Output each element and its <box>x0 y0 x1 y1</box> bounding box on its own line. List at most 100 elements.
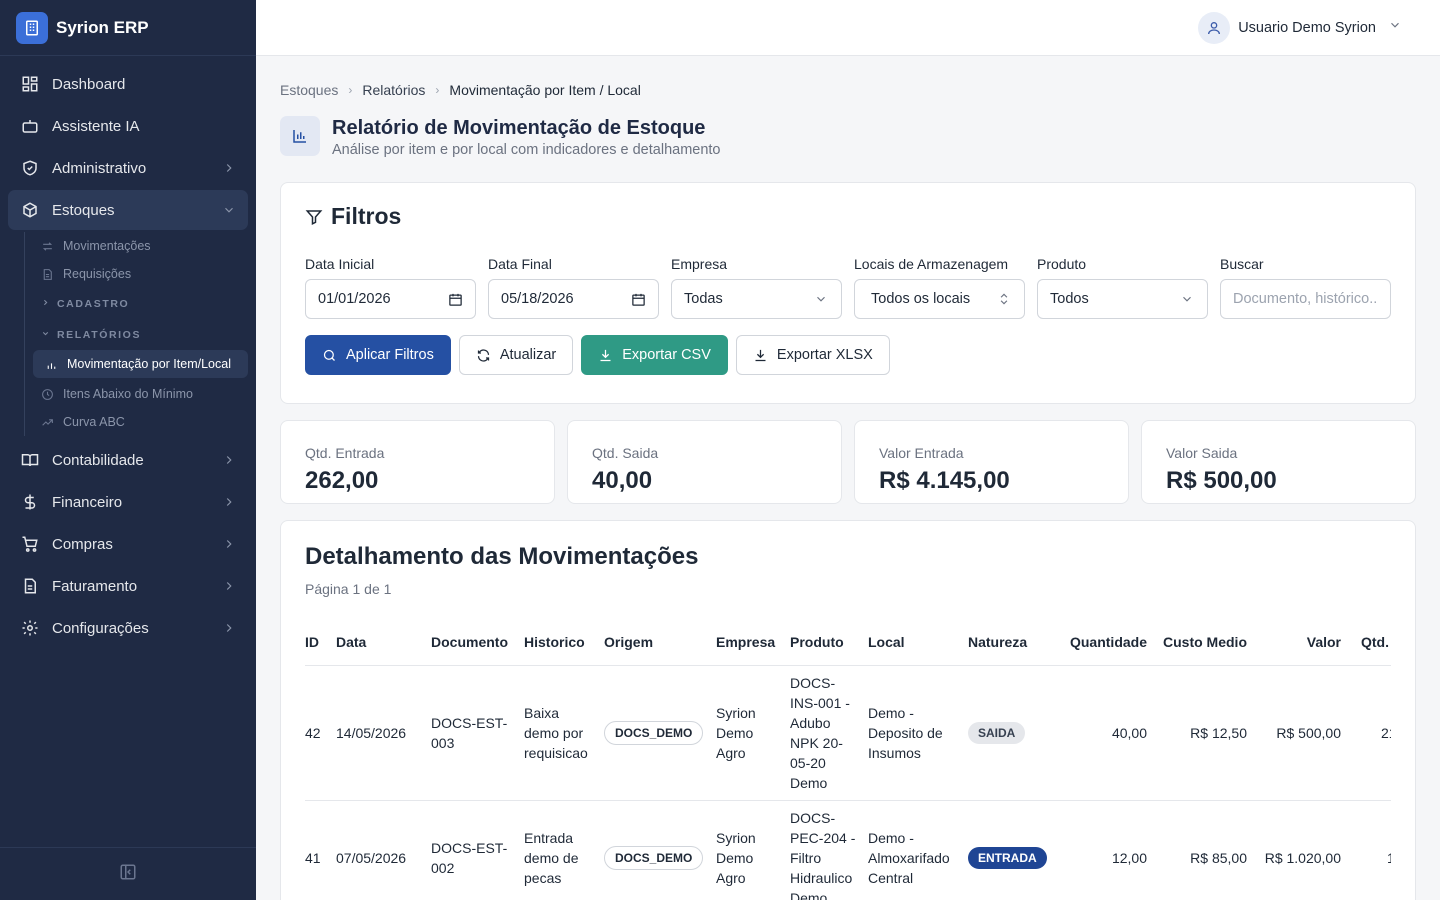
export-xlsx-button[interactable]: Exportar XLSX <box>735 335 890 375</box>
sidebar-subitem-mov-item-local[interactable]: Movimentação por Item/Local <box>33 350 248 378</box>
chevron-down-icon <box>1388 18 1402 37</box>
sidebar-item-dashboard[interactable]: Dashboard <box>8 64 248 104</box>
sidebar-subitem-curva-abc[interactable]: Curva ABC <box>37 408 248 436</box>
column-header[interactable]: Data <box>336 627 431 666</box>
locais-value: Todos os locais <box>871 291 971 307</box>
sidebar-group-cadastro[interactable]: CADASTRO <box>37 288 248 319</box>
cell-custo-medio: R$ 12,50 <box>1155 665 1255 801</box>
data-final-input[interactable]: 05/18/2026 <box>488 279 659 319</box>
column-header[interactable]: Produto <box>790 627 868 666</box>
field-label: Buscar <box>1220 256 1264 272</box>
table-scroll-container[interactable]: ID Data Documento Historico Origem Empre… <box>305 627 1391 900</box>
kpi-row: Qtd. Entrada 262,00 Qtd. Saida 40,00 Val… <box>280 420 1416 504</box>
kpi-value: 40,00 <box>592 467 653 494</box>
sidebar-item-financeiro[interactable]: Financeiro <box>8 482 248 522</box>
sidebar-item-contabilidade[interactable]: Contabilidade <box>8 440 248 480</box>
table-row[interactable]: 41 07/05/2026 DOCS-EST-002 Entrada demo … <box>305 800 1391 900</box>
empresa-select[interactable]: Todas <box>671 279 842 319</box>
column-header[interactable]: Qtd. S <box>1349 627 1391 666</box>
sidebar-collapse-button[interactable] <box>0 847 256 900</box>
refresh-icon <box>476 347 492 363</box>
status-badge: ENTRADA <box>968 846 1047 869</box>
sidebar: Syrion ERP Dashboard Assistente IA Admin… <box>0 0 256 900</box>
sidebar-item-label: Contabilidade <box>52 451 144 469</box>
column-header[interactable]: Documento <box>431 627 524 666</box>
kpi-value: R$ 500,00 <box>1166 467 1277 494</box>
refresh-button[interactable]: Atualizar <box>458 335 574 375</box>
chevron-right-icon <box>41 298 51 310</box>
cell-id: 42 <box>305 665 336 801</box>
sidebar-item-label: Financeiro <box>52 493 123 511</box>
cell-produto: DOCS-INS-001 - Adubo NPK 20-05-20 Demo <box>790 665 868 801</box>
user-menu[interactable]: Usuario Demo Syrion <box>1198 11 1402 44</box>
sidebar-item-assistente-ia[interactable]: Assistente IA <box>8 106 248 146</box>
cell-quantidade: 40,00 <box>1062 665 1155 801</box>
kpi-value: R$ 4.145,00 <box>879 467 1010 494</box>
column-header[interactable]: ID <box>305 627 336 666</box>
page-title: Relatório de Movimentação de Estoque <box>332 117 706 139</box>
column-header[interactable]: Origem <box>604 627 716 666</box>
locais-select[interactable]: Todos os locais <box>854 279 1025 319</box>
sidebar-item-label: Assistente IA <box>52 117 140 135</box>
column-header[interactable]: Empresa <box>716 627 790 666</box>
column-header[interactable]: Quantidade <box>1062 627 1155 666</box>
breadcrumb-item[interactable]: Estoques <box>280 82 338 98</box>
sidebar-group-relatorios[interactable]: RELATÓRIOS <box>37 319 248 350</box>
sidebar-item-label: Dashboard <box>52 75 126 93</box>
button-label: Exportar XLSX <box>776 347 873 363</box>
bar-chart-icon <box>45 357 59 371</box>
apply-filters-button[interactable]: Aplicar Filtros <box>305 335 451 375</box>
estoques-submenu: Movimentações Requisições CADASTRO RELAT… <box>24 232 248 436</box>
column-header[interactable]: Local <box>868 627 968 666</box>
produto-select[interactable]: Todos <box>1037 279 1208 319</box>
book-open-icon <box>20 450 40 470</box>
field-label: Data Inicial <box>305 256 375 272</box>
field-label: Produto <box>1037 256 1087 272</box>
kpi-card-qtd-saida: Qtd. Saida 40,00 <box>567 420 842 504</box>
main-content: Estoques › Relatórios › Movimentação por… <box>280 56 1416 900</box>
filters-card: Filtros Data Inicial 01/01/2026 Data Fin… <box>280 182 1416 404</box>
cell-qtd-s: 21 <box>1349 665 1391 801</box>
field-locais: Locais de Armazenagem Todos os locais <box>854 256 1025 319</box>
sidebar-item-compras[interactable]: Compras <box>8 524 248 564</box>
column-header[interactable]: Natureza <box>968 627 1062 666</box>
sidebar-subitem-movimentacoes[interactable]: Movimentações <box>37 232 248 260</box>
export-csv-button[interactable]: Exportar CSV <box>581 335 728 375</box>
origin-badge: DOCS_DEMO <box>604 845 704 870</box>
data-inicial-input[interactable]: 01/01/2026 <box>305 279 476 319</box>
table-row[interactable]: 42 14/05/2026 DOCS-EST-003 Baixa demo po… <box>305 665 1391 801</box>
search-input[interactable]: Documento, histórico.. <box>1220 279 1391 319</box>
filter-icon <box>305 208 323 226</box>
sidebar-item-faturamento[interactable]: Faturamento <box>8 566 248 606</box>
button-label: Aplicar Filtros <box>346 347 434 363</box>
chevron-right-icon <box>222 161 236 175</box>
page-header: Relatório de Movimentação de Estoque Aná… <box>280 116 1416 158</box>
kpi-label: Valor Entrada <box>879 445 964 461</box>
filters-title-text: Filtros <box>331 203 402 229</box>
field-data-inicial: Data Inicial 01/01/2026 <box>305 256 476 319</box>
sidebar-nav: Dashboard Assistente IA Administrativo E… <box>0 56 256 658</box>
dashboard-icon <box>20 74 40 94</box>
sidebar-item-estoques[interactable]: Estoques <box>8 190 248 230</box>
brand[interactable]: Syrion ERP <box>0 0 256 56</box>
sidebar-subitem-itens-abaixo[interactable]: Itens Abaixo do Mínimo <box>37 380 248 408</box>
calendar-icon[interactable] <box>630 291 646 307</box>
calendar-icon[interactable] <box>447 291 463 307</box>
user-icon <box>1198 11 1231 44</box>
cell-local: Demo - Deposito de Insumos <box>868 665 968 801</box>
column-header[interactable]: Custo Medio <box>1155 627 1255 666</box>
breadcrumb-item[interactable]: Relatórios <box>362 82 425 98</box>
cell-valor: R$ 1.020,00 <box>1255 800 1349 900</box>
kpi-card-qtd-entrada: Qtd. Entrada 262,00 <box>280 420 555 504</box>
column-header[interactable]: Valor <box>1255 627 1349 666</box>
sidebar-item-administrativo[interactable]: Administrativo <box>8 148 248 188</box>
sidebar-item-configuracoes[interactable]: Configurações <box>8 608 248 648</box>
sidebar-item-label: Compras <box>52 535 113 553</box>
column-header[interactable]: Historico <box>524 627 604 666</box>
sidebar-subitem-label: Movimentação por Item/Local <box>67 357 231 371</box>
sidebar-subitem-requisicoes[interactable]: Requisições <box>37 260 248 288</box>
cell-valor: R$ 500,00 <box>1255 665 1349 801</box>
cell-empresa: Syrion Demo Agro <box>716 800 790 900</box>
filter-row: Data Inicial 01/01/2026 Data Final 05/18… <box>305 256 1391 319</box>
chevron-right-icon <box>222 579 236 593</box>
